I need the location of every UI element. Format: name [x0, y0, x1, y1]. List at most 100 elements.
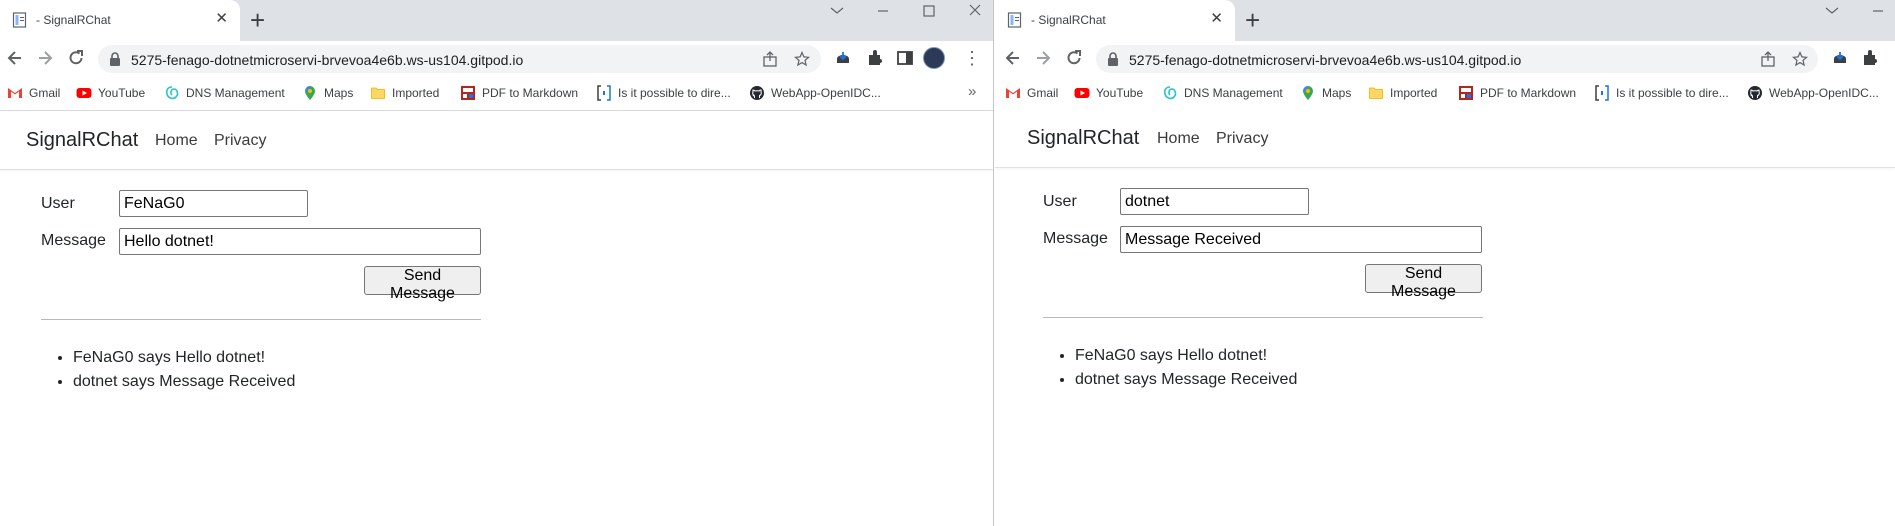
user-label: User	[41, 195, 75, 212]
bookmark-webapp-openidc[interactable]: WebApp-OpenIDC...	[749, 85, 881, 101]
extensions-icon[interactable]	[866, 49, 884, 67]
bookmark-webapp-openidc[interactable]: WebApp-OpenIDC...	[1747, 85, 1879, 101]
bookmark-label: Maps	[1322, 86, 1352, 100]
extensions-icon[interactable]	[1861, 49, 1879, 67]
bookmark-pdf-to-markdown[interactable]: PDF to Markdown	[460, 85, 578, 101]
new-tab-plus-icon[interactable]: +	[250, 4, 265, 36]
address-bar[interactable]: 5275-fenago-dotnetmicroservi-brvevoa4e6b…	[98, 45, 821, 73]
download-icon[interactable]	[1831, 49, 1849, 67]
browser-window-right: - SignalRChat ✕ + 5275-fenago-dotnetmicr…	[995, 0, 1895, 526]
bookmark-label: YouTube	[98, 86, 146, 100]
close-tab-icon[interactable]: ✕	[215, 9, 228, 29]
maps-pin-icon	[1303, 86, 1313, 100]
bookmark-label: Maps	[324, 86, 354, 100]
message-label: Message	[1043, 230, 1108, 247]
pdf-markdown-icon	[461, 86, 475, 100]
share-icon[interactable]	[762, 51, 778, 67]
browser-toolbar: 5275-fenago-dotnetmicroservi-brvevoa4e6b…	[0, 41, 993, 76]
back-icon[interactable]	[1003, 48, 1023, 68]
gmail-icon	[8, 88, 22, 98]
bookmark-label: YouTube	[1096, 86, 1144, 100]
github-icon	[1748, 86, 1762, 100]
navbar-brand[interactable]: SignalRChat	[26, 129, 138, 152]
bookmark-youtube[interactable]: YouTube	[76, 85, 145, 101]
url-text: 5275-fenago-dotnetmicroservi-brvevoa4e6b…	[1129, 52, 1522, 68]
bookmark-maps[interactable]: Maps	[302, 85, 353, 101]
star-icon[interactable]	[1792, 51, 1808, 67]
app-navbar: SignalRChat Home Privacy	[0, 111, 993, 170]
bookmark-pdf-to-markdown[interactable]: PDF to Markdown	[1458, 85, 1576, 101]
nav-link-privacy[interactable]: Privacy	[214, 132, 266, 150]
message-input[interactable]	[1120, 226, 1482, 253]
youtube-icon	[1074, 88, 1090, 98]
folder-icon	[371, 87, 385, 99]
divider	[41, 319, 481, 320]
bookmark-is-it-possible[interactable]: Is it possible to dire...	[596, 85, 731, 101]
browser-tab[interactable]: - SignalRChat ✕	[995, 0, 1235, 41]
bookmarks-bar: Gmail YouTube DNS Management Maps Import…	[995, 76, 1895, 111]
forward-icon[interactable]	[1033, 48, 1053, 68]
divider	[1043, 317, 1483, 318]
share-icon[interactable]	[1760, 51, 1776, 67]
send-message-button[interactable]: Send Message	[1365, 264, 1482, 300]
bookmark-gmail[interactable]: Gmail	[1005, 85, 1058, 101]
forward-icon[interactable]	[35, 48, 55, 68]
chevron-down-icon[interactable]	[814, 0, 860, 22]
browser-tab[interactable]: - SignalRChat ✕	[0, 0, 240, 41]
bookmark-youtube[interactable]: YouTube	[1074, 85, 1143, 101]
bookmark-label: Gmail	[29, 86, 61, 100]
star-icon[interactable]	[794, 51, 810, 67]
download-icon[interactable]	[834, 49, 852, 67]
reload-icon[interactable]	[1064, 48, 1084, 68]
reload-icon[interactable]	[66, 48, 86, 68]
bookmark-label: PDF to Markdown	[1480, 86, 1577, 100]
chevron-down-icon[interactable]	[1809, 0, 1855, 22]
avatar[interactable]	[923, 47, 945, 69]
send-message-button[interactable]: Send Message	[364, 266, 481, 302]
navbar-brand[interactable]: SignalRChat	[1027, 127, 1139, 150]
github-icon	[750, 86, 764, 100]
menu-icon[interactable]: ⋮	[963, 46, 981, 70]
bookmark-is-it-possible[interactable]: Is it possible to dire...	[1594, 85, 1729, 101]
chat-content: User Message Send Message FeNaG0 says He…	[995, 168, 1895, 526]
gmail-icon	[1006, 88, 1020, 98]
pdf-markdown-icon	[1459, 86, 1473, 100]
window-close-icon[interactable]	[952, 0, 994, 22]
bookmark-label: Is it possible to dire...	[1616, 86, 1729, 100]
new-tab-plus-icon[interactable]: +	[1245, 4, 1260, 36]
more-bookmarks-icon[interactable]: »	[968, 83, 976, 100]
dns-management-icon	[1163, 86, 1177, 100]
bookmark-dns-management[interactable]: DNS Management	[164, 85, 285, 101]
minimize-icon[interactable]	[1855, 0, 1895, 22]
messages-list: FeNaG0 says Hello dotnet! dotnet says Me…	[41, 346, 295, 394]
user-input[interactable]	[1120, 188, 1309, 215]
bookmark-imported[interactable]: Imported	[1368, 85, 1437, 101]
bookmark-gmail[interactable]: Gmail	[7, 85, 60, 101]
bookmark-label: PDF to Markdown	[482, 86, 579, 100]
bookmark-label: Imported	[392, 86, 440, 100]
message-item: FeNaG0 says Hello dotnet!	[73, 346, 295, 370]
nav-link-home[interactable]: Home	[1157, 130, 1200, 148]
nav-link-home[interactable]: Home	[155, 132, 198, 150]
folder-icon	[1369, 87, 1383, 99]
bookmark-dns-management[interactable]: DNS Management	[1162, 85, 1283, 101]
app-navbar: SignalRChat Home Privacy	[995, 109, 1895, 168]
sidepanel-icon[interactable]	[896, 49, 914, 67]
minimize-icon[interactable]	[860, 0, 906, 22]
nav-link-privacy[interactable]: Privacy	[1216, 130, 1268, 148]
message-input[interactable]	[119, 228, 481, 255]
youtube-icon	[76, 88, 92, 98]
address-bar[interactable]: 5275-fenago-dotnetmicroservi-brvevoa4e6b…	[1096, 45, 1818, 73]
close-tab-icon[interactable]: ✕	[1210, 9, 1223, 29]
window-controls	[814, 0, 994, 24]
browser-toolbar: 5275-fenago-dotnetmicroservi-brvevoa4e6b…	[995, 41, 1895, 76]
browser-window-left: - SignalRChat ✕ + 5275-fenago-dotnetmicr…	[0, 0, 994, 526]
document-bracket-icon	[1595, 85, 1609, 101]
maximize-icon[interactable]	[906, 0, 952, 22]
user-input[interactable]	[119, 190, 308, 217]
bookmark-maps[interactable]: Maps	[1300, 85, 1351, 101]
bookmark-imported[interactable]: Imported	[370, 85, 439, 101]
bookmark-label: WebApp-OpenIDC...	[1769, 86, 1879, 100]
user-label: User	[1043, 193, 1077, 210]
back-icon[interactable]	[5, 48, 25, 68]
